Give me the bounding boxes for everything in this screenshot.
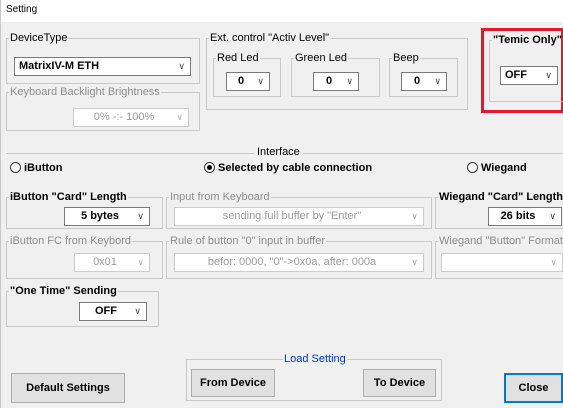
chevron-down-icon: ∨ <box>134 306 141 316</box>
chevron-down-icon: ∨ <box>346 76 353 86</box>
chevron-down-icon: ∨ <box>176 112 183 122</box>
radio-ibutton[interactable]: iButton <box>10 162 62 174</box>
wiegand-button-format-select[interactable]: ∨ <box>441 253 563 272</box>
from-device-button[interactable]: From Device <box>191 369 275 397</box>
chevron-down-icon: ∨ <box>411 257 418 267</box>
radio-circle-icon <box>10 162 21 173</box>
rule-button-0-legend: Rule of button "0" input in buffer <box>170 235 325 247</box>
to-device-button[interactable]: To Device <box>363 369 436 397</box>
wiegand-card-length-value: 26 bits <box>500 210 536 222</box>
input-from-keyboard-select[interactable]: sending full buffer by "Enter" ∨ <box>174 207 424 226</box>
rule-button-0-select[interactable]: befor: 0000, "0"->0x0a, after: 000a ∨ <box>174 253 424 272</box>
interface-legend: Interface <box>254 146 303 158</box>
chevron-down-icon: ∨ <box>549 211 556 221</box>
window-title: Setting <box>1 0 563 22</box>
ibutton-fc-legend: iButton FC from Keybord <box>10 235 132 247</box>
temic-value: OFF <box>505 69 527 81</box>
radio-wiegand[interactable]: Wiegand <box>467 162 527 174</box>
device-type-select[interactable]: MatrixIV-M ETH ∨ <box>14 57 191 76</box>
chevron-down-icon: ∨ <box>545 70 552 80</box>
ibutton-fc-value: 0x01 <box>93 256 117 268</box>
green-led-select[interactable]: 0 ∨ <box>313 72 359 91</box>
ibutton-card-length-select[interactable]: 5 bytes ∨ <box>64 207 150 226</box>
radio-circle-icon <box>467 162 478 173</box>
rule-button-0-value: befor: 0000, "0"->0x0a, after: 000a <box>207 256 377 268</box>
beep-select[interactable]: 0 ∨ <box>401 72 447 91</box>
chevron-down-icon: ∨ <box>411 211 418 221</box>
temic-select[interactable]: OFF ∨ <box>500 66 558 85</box>
ext-control-legend: Ext. control "Activ Level" <box>210 32 330 44</box>
radio-ibutton-label: iButton <box>24 162 63 174</box>
wiegand-button-format-legend: Wiegand "Button" Format <box>439 235 563 247</box>
red-led-select[interactable]: 0 ∨ <box>226 72 270 91</box>
one-time-sending-value: OFF <box>95 305 117 317</box>
chevron-down-icon: ∨ <box>257 76 264 86</box>
chevron-down-icon: ∨ <box>178 61 185 71</box>
radio-cable-label: Selected by cable connection <box>218 162 373 174</box>
chevron-down-icon: ∨ <box>137 257 144 267</box>
device-type-value: MatrixIV-M ETH <box>19 60 100 72</box>
device-type-legend: DeviceType <box>10 32 68 44</box>
red-led-value: 0 <box>237 75 245 87</box>
temic-legend: "Temic Only" <box>493 34 562 46</box>
default-settings-button[interactable]: Default Settings <box>11 373 125 403</box>
one-time-sending-legend: "One Time" Sending <box>10 285 117 297</box>
input-from-keyboard-legend: Input from Keyboard <box>170 191 270 203</box>
one-time-sending-select[interactable]: OFF ∨ <box>79 302 147 321</box>
red-led-legend: Red Led <box>217 52 259 64</box>
ibutton-card-length-value: 5 bytes <box>81 210 119 222</box>
backlight-legend: Keyboard Backlight Brightness <box>10 86 160 98</box>
radio-selected-icon <box>204 162 215 173</box>
chevron-down-icon: ∨ <box>550 257 557 267</box>
chevron-down-icon: ∨ <box>434 76 441 86</box>
beep-legend: Beep <box>393 52 419 64</box>
backlight-select[interactable]: 0% -:- 100% ∨ <box>73 108 189 127</box>
chevron-down-icon: ∨ <box>137 211 144 221</box>
settings-window: Setting DeviceType MatrixIV-M ETH ∨ Keyb… <box>0 0 563 408</box>
beep-value: 0 <box>413 75 421 87</box>
radio-cable-connection[interactable]: Selected by cable connection <box>204 162 372 174</box>
backlight-value: 0% -:- 100% <box>93 111 155 123</box>
green-led-legend: Green Led <box>295 52 347 64</box>
green-led-value: 0 <box>325 75 333 87</box>
load-setting-legend: Load Setting <box>284 353 346 365</box>
close-button[interactable]: Close <box>504 373 563 403</box>
wiegand-card-length-select[interactable]: 26 bits ∨ <box>488 207 562 226</box>
ibutton-card-length-legend: iButton "Card" Length <box>10 191 127 203</box>
input-from-keyboard-value: sending full buffer by "Enter" <box>222 210 362 222</box>
wiegand-card-length-legend: Wiegand "Card" Length <box>439 191 563 203</box>
radio-wiegand-label: Wiegand <box>481 162 527 174</box>
ibutton-fc-select[interactable]: 0x01 ∨ <box>74 253 150 272</box>
